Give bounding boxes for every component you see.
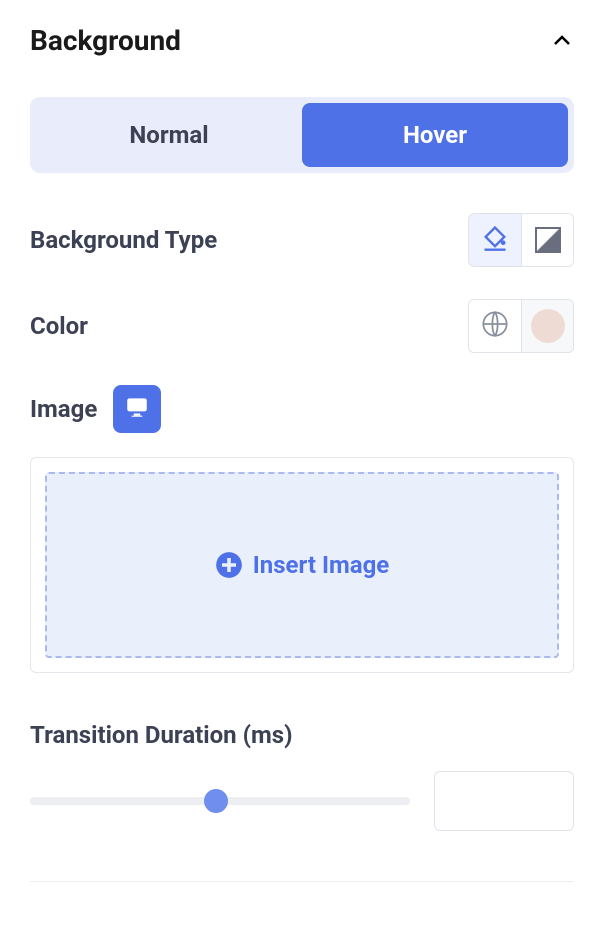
insert-image-label: Insert Image [253,551,390,579]
image-label: Image [30,395,97,423]
tab-normal[interactable]: Normal [36,103,302,167]
paint-bucket-icon [481,224,509,256]
globe-icon [481,310,509,342]
color-global-button[interactable] [469,300,521,352]
desktop-icon [124,394,150,424]
state-tabs: Normal Hover [30,97,574,173]
chevron-up-icon[interactable] [550,29,574,53]
responsive-device-button[interactable] [113,385,161,433]
color-label: Color [30,312,88,340]
plus-circle-icon [215,551,243,579]
image-dropzone-container: Insert Image [30,457,574,673]
slider-thumb[interactable] [204,789,228,813]
bgtype-classic-button[interactable] [469,214,521,266]
gradient-icon [535,227,561,253]
bgtype-gradient-button[interactable] [521,214,573,266]
divider [30,881,574,882]
insert-image-dropzone[interactable]: Insert Image [45,472,559,658]
section-title: Background [30,24,181,57]
color-control-group [468,299,574,353]
background-type-group [468,213,574,267]
color-swatch-button[interactable] [521,300,573,352]
tab-hover[interactable]: Hover [302,103,568,167]
background-type-label: Background Type [30,226,217,254]
transition-slider[interactable] [30,791,410,811]
color-swatch-icon [531,309,565,343]
transition-duration-label: Transition Duration (ms) [30,721,574,749]
transition-duration-input[interactable] [434,771,574,831]
